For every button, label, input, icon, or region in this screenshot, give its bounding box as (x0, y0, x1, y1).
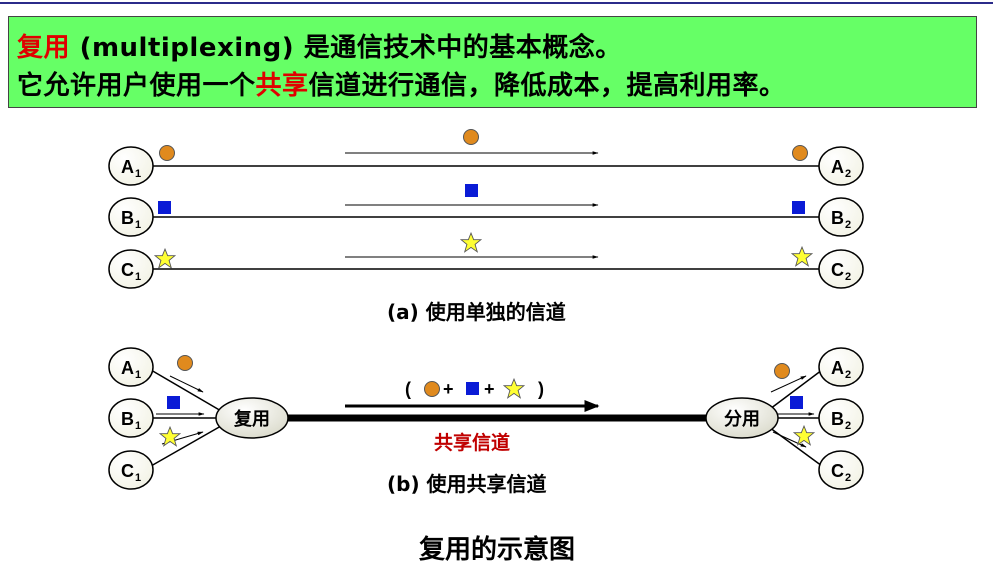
svg-text:(: ( (405, 379, 411, 399)
svg-text:1: 1 (135, 168, 141, 180)
demux-node: 分用 (705, 397, 779, 439)
svg-text:2: 2 (845, 219, 851, 231)
svg-text:C: C (831, 260, 844, 280)
svg-text:A: A (831, 358, 844, 378)
svg-text:分用: 分用 (724, 409, 760, 430)
star-icon (793, 425, 815, 446)
node-b2-shared: B 2 (818, 398, 864, 438)
node-a2: A 2 (818, 146, 864, 186)
svg-text:B: B (121, 208, 134, 228)
circle-icon (177, 355, 193, 371)
caption-b: (b) 使用共享信道 (387, 472, 547, 496)
svg-text:1: 1 (135, 271, 141, 283)
svg-text:C: C (121, 260, 134, 280)
svg-text:2: 2 (845, 369, 851, 381)
node-b1-shared: B 1 (108, 398, 154, 438)
node-c1-shared: C 1 (108, 450, 154, 490)
figure-title: 复用的示意图 (419, 534, 575, 565)
node-c1: C 1 (108, 249, 154, 289)
svg-text:C: C (831, 461, 844, 481)
svg-text:+: + (443, 379, 454, 399)
circle-icon (424, 381, 440, 397)
node-c2: C 2 (818, 249, 864, 289)
svg-text:+: + (484, 379, 495, 399)
node-a1: A 1 (108, 146, 154, 186)
circle-icon (463, 129, 479, 145)
circle-icon (159, 145, 175, 161)
star-icon (503, 378, 525, 399)
svg-text:A: A (121, 157, 134, 177)
panel-b: A 1 B 1 C 1 A 2 B 2 C 2 复用 分用 (+ +) 共享… (108, 347, 864, 496)
square-icon (167, 396, 180, 409)
mux-node: 复用 (215, 397, 289, 439)
shared-channel-label: 共享信道 (434, 431, 510, 454)
node-c2-shared: C 2 (818, 450, 864, 490)
svg-text:A: A (831, 157, 844, 177)
star-icon (460, 232, 482, 253)
svg-text:B: B (121, 409, 134, 429)
combined-signal: ( + + ) (405, 378, 544, 399)
svg-text:2: 2 (845, 271, 851, 283)
node-b1: B 1 (108, 197, 154, 237)
panel-a: A 1 B 1 C 1 A 2 B 2 C 2 (a) 使用单独的信道 (108, 129, 864, 324)
svg-text:2: 2 (845, 168, 851, 180)
star-icon (791, 246, 813, 267)
circle-icon (792, 145, 808, 161)
svg-text:2: 2 (845, 472, 851, 484)
square-icon (466, 382, 479, 395)
svg-text:B: B (831, 409, 844, 429)
square-icon (158, 201, 171, 214)
square-icon (465, 184, 478, 197)
svg-text:复用: 复用 (233, 408, 270, 430)
node-b2: B 2 (818, 197, 864, 237)
svg-text:C: C (121, 461, 134, 481)
svg-text:1: 1 (135, 219, 141, 231)
square-icon (790, 396, 803, 409)
star-icon (154, 248, 176, 269)
svg-text:A: A (121, 358, 134, 378)
svg-text:1: 1 (135, 420, 141, 432)
svg-text:1: 1 (135, 472, 141, 484)
svg-text:1: 1 (135, 369, 141, 381)
multiplexing-diagram: A 1 B 1 C 1 A 2 B 2 C 2 (a) 使用单独的信道 A 1 … (108, 129, 864, 565)
svg-text:B: B (831, 208, 844, 228)
circle-icon (774, 363, 790, 379)
star-icon (159, 426, 181, 447)
node-a1-shared: A 1 (108, 347, 154, 387)
node-a2-shared: A 2 (818, 347, 864, 387)
svg-text:2: 2 (845, 420, 851, 432)
caption-a: (a) 使用单独的信道 (387, 300, 566, 324)
square-icon (792, 201, 805, 214)
svg-text:): ) (538, 379, 544, 399)
